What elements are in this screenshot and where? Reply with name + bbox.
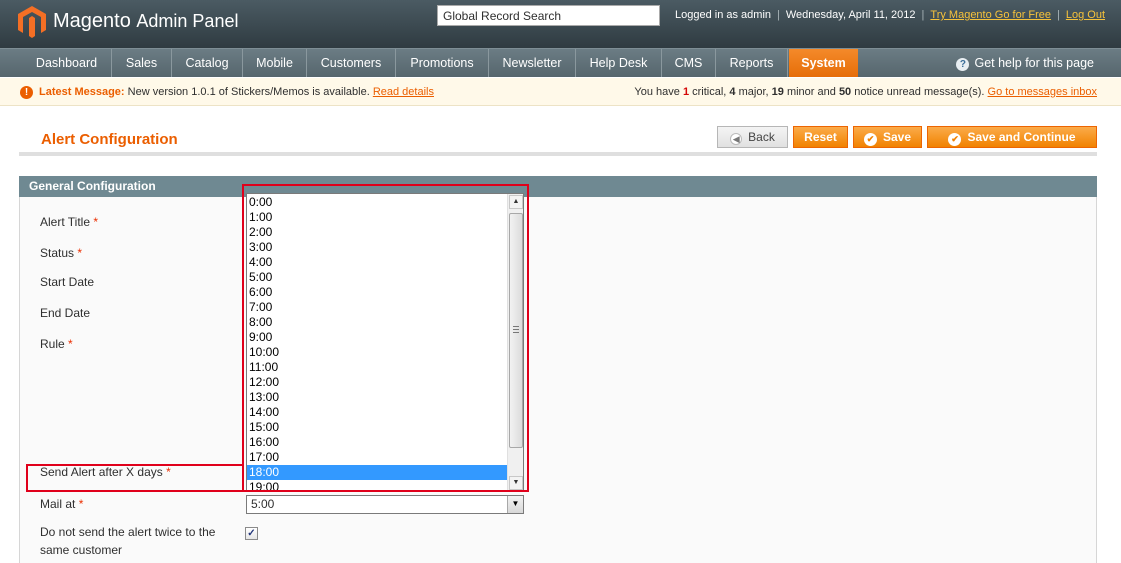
required-mark: * xyxy=(77,246,83,260)
nav-help-desk[interactable]: Help Desk xyxy=(576,49,662,77)
no-twice-label-line1: Do not send the alert twice to the xyxy=(40,525,216,539)
help-link[interactable]: ? Get help for this page xyxy=(956,49,1094,77)
checkmark-icon: ✔ xyxy=(948,133,962,146)
section-body xyxy=(19,197,1097,563)
mail-at-label: Mail at * xyxy=(40,497,83,511)
save-continue-label: Save and Continue Edit xyxy=(967,130,1076,164)
header-links: Logged in as admin | Wednesday, April 11, … xyxy=(675,9,1106,21)
logo-text: Magento Admin Panel xyxy=(53,10,238,33)
global-search-input[interactable]: Global Record Search xyxy=(437,5,660,26)
message-text: New version 1.0.1 of Stickers/Memos is a… xyxy=(127,86,370,98)
read-details-link[interactable]: Read details xyxy=(373,86,434,98)
header-date: Wednesday, April 11, 2012 xyxy=(785,9,916,21)
try-magento-link[interactable]: Try Magento Go for Free xyxy=(930,9,1051,21)
chevron-down-icon[interactable]: ▼ xyxy=(507,496,523,513)
alert-title-text: Alert Title xyxy=(40,215,91,229)
nav-customers[interactable]: Customers xyxy=(307,49,396,77)
required-mark: * xyxy=(68,337,73,351)
save-label: Save xyxy=(882,130,912,144)
nav-mobile[interactable]: Mobile xyxy=(243,49,307,77)
rule-label: Rule * xyxy=(40,337,73,351)
reset-button[interactable]: Reset xyxy=(793,126,848,148)
rule-text: Rule xyxy=(40,337,65,351)
save-button[interactable]: ✔ Save xyxy=(853,126,922,148)
header-bar: Magento Admin Panel Global Record Search… xyxy=(0,0,1121,48)
critical-label: critical, xyxy=(692,86,727,98)
major-count: 4 xyxy=(729,86,736,98)
back-button[interactable]: ◀ Back xyxy=(717,126,788,148)
alert-icon: ! xyxy=(20,86,33,99)
message-counts-intro: You have xyxy=(634,86,680,98)
checkmark-icon: ✔ xyxy=(863,133,877,146)
magento-logo-icon[interactable] xyxy=(18,6,46,38)
status-label: Status * xyxy=(40,246,82,260)
nav-newsletter[interactable]: Newsletter xyxy=(489,49,576,77)
required-mark: * xyxy=(78,497,84,511)
help-label: Get help for this page xyxy=(974,56,1094,70)
no-twice-label-line2: same customer xyxy=(40,543,123,557)
message-counts: You have 1 critical, 4 major, 19 minor a… xyxy=(634,86,1097,98)
help-icon: ? xyxy=(956,58,970,71)
annotation-highlight-dropdown xyxy=(242,184,529,492)
message-bar: ! Latest Message: New version 1.0.1 of S… xyxy=(0,78,1121,106)
major-label: major, xyxy=(738,86,769,98)
messages-inbox-link[interactable]: Go to messages inbox xyxy=(988,86,1097,98)
start-date-label: Start Date xyxy=(40,275,95,289)
latest-message: Latest Message: New version 1.0.1 of Sti… xyxy=(39,86,434,98)
main-nav: Dashboard Sales Catalog Mobile Customers… xyxy=(0,48,1121,77)
logo-main: Magento xyxy=(53,10,131,32)
required-mark: * xyxy=(93,215,99,229)
nav-sales[interactable]: Sales xyxy=(112,49,172,77)
section-header[interactable]: General Configuration xyxy=(19,176,1097,197)
notice-label: notice unread message(s). xyxy=(854,86,985,98)
nav-cms[interactable]: CMS xyxy=(662,49,716,77)
back-label: Back xyxy=(748,130,775,144)
logout-link[interactable]: Log Out xyxy=(1066,9,1105,21)
mail-at-text: Mail at xyxy=(40,497,76,511)
save-continue-button[interactable]: ✔ Save and Continue Edit xyxy=(927,126,1097,164)
reset-label: Reset xyxy=(804,130,837,144)
alert-title-label: Alert Title * xyxy=(40,215,98,229)
minor-count: 19 xyxy=(771,86,784,98)
mail-at-value: 5:00 xyxy=(251,497,275,511)
title-divider xyxy=(19,152,1097,156)
no-twice-checkbox[interactable]: ✓ xyxy=(245,527,258,540)
annotation-highlight-label xyxy=(26,464,244,492)
mail-at-select[interactable]: 5:00 ▼ xyxy=(246,495,524,514)
back-arrow-icon: ◀ xyxy=(730,133,743,145)
logged-in-text: Logged in as admin xyxy=(675,9,772,21)
logo-sub: Admin Panel xyxy=(136,11,239,31)
message-prefix: Latest Message: xyxy=(39,86,125,98)
notice-count: 50 xyxy=(838,86,852,98)
nav-reports[interactable]: Reports xyxy=(716,49,788,77)
nav-dashboard[interactable]: Dashboard xyxy=(22,49,112,77)
nav-catalog[interactable]: Catalog xyxy=(172,49,243,77)
status-text: Status xyxy=(40,246,75,260)
nav-system[interactable]: System xyxy=(789,49,858,77)
critical-count: 1 xyxy=(682,86,690,98)
nav-promotions[interactable]: Promotions xyxy=(396,49,489,77)
minor-label: minor and xyxy=(786,86,836,98)
end-date-label: End Date xyxy=(40,306,91,320)
page-title: Alert Configuration xyxy=(41,131,178,148)
